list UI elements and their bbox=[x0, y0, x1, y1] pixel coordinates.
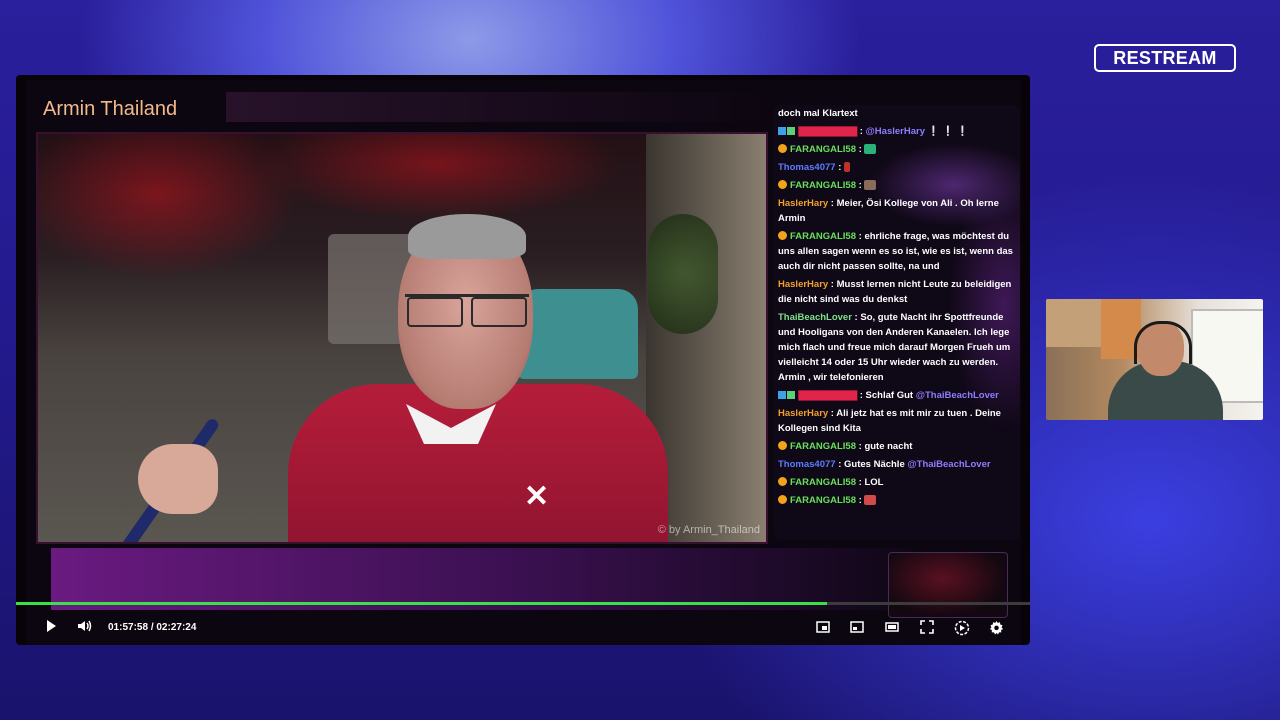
chat-username: FARANGALI58 bbox=[790, 441, 856, 452]
theater-mode-icon[interactable] bbox=[885, 620, 899, 634]
chat-mention: @ThaiBeachLover bbox=[907, 459, 991, 470]
fullscreen-icon[interactable] bbox=[920, 620, 934, 634]
badge-icon bbox=[778, 144, 787, 153]
mini-cam-frame bbox=[888, 552, 1008, 618]
chat-message: Thomas4077 : bbox=[774, 159, 1020, 177]
chat-message: FARANGALI58 : bbox=[774, 492, 1020, 510]
person-hand bbox=[138, 444, 218, 514]
chat-username: FARANGALI58 bbox=[790, 495, 856, 506]
volume-icon[interactable] bbox=[77, 619, 93, 636]
chat-message: HaslerHary : Musst lernen nicht Leute zu… bbox=[778, 279, 1012, 305]
picture-in-picture-icon[interactable] bbox=[816, 620, 830, 634]
title-band bbox=[226, 92, 786, 122]
emote-icon bbox=[844, 162, 851, 172]
playback-speed-icon[interactable] bbox=[954, 620, 970, 636]
chat-message-text: doch mal Klartext bbox=[778, 108, 858, 119]
person-hair bbox=[408, 214, 526, 259]
chat-message-text: Gutes Nächle bbox=[844, 459, 905, 470]
fullscreen-svg bbox=[920, 620, 934, 634]
cast-svg bbox=[850, 621, 864, 633]
badge-icon bbox=[778, 231, 787, 240]
chat-username: Thomas4077 bbox=[778, 162, 836, 173]
chat-message: HaslerHary : Meier, Ösi Kollege von Ali … bbox=[778, 198, 999, 224]
time-display: 01:57:58 / 02:27:24 bbox=[108, 622, 196, 633]
volume-icon-svg bbox=[78, 620, 92, 632]
time-separator: / bbox=[150, 622, 154, 633]
glasses-lens-right bbox=[471, 297, 527, 327]
gear-icon[interactable] bbox=[989, 620, 1004, 635]
total-time: 02:27:24 bbox=[156, 622, 197, 633]
emote-icon bbox=[864, 495, 877, 505]
emote-icon: ❕ ❕ ❕ bbox=[927, 126, 969, 137]
video-watermark: © by Armin_Thailand bbox=[657, 524, 760, 536]
pip-svg bbox=[816, 621, 830, 633]
chat-message: doch mal Klartext bbox=[774, 105, 1020, 123]
shirt-logo: ✕ bbox=[524, 480, 550, 513]
chat-username: FARANGALI58 bbox=[790, 180, 856, 191]
chat-message: HaslerHary : Ali jetz hat es mit mir zu … bbox=[778, 408, 1001, 434]
video-player[interactable]: Armin Thailand ✕ © by Armin_Thailand doc… bbox=[16, 75, 1030, 645]
chat-username: FARANGALI58 bbox=[790, 144, 856, 155]
play-icon-svg bbox=[47, 620, 56, 632]
player-controls: 01:57:58 / 02:27:24 bbox=[16, 613, 1030, 643]
restream-logo: RESTREAM bbox=[1094, 44, 1236, 72]
badge-icon bbox=[778, 391, 786, 399]
glasses bbox=[405, 294, 529, 327]
glasses-lens-left bbox=[407, 297, 463, 327]
background-plant bbox=[648, 214, 718, 334]
lower-overlay-band bbox=[51, 548, 911, 610]
current-time: 01:57:58 bbox=[108, 622, 149, 633]
chat-username: FARANGALI58 bbox=[790, 477, 856, 488]
chat-username: ▇▇▇▇▇▇▇▇ bbox=[798, 390, 858, 401]
progress-bar[interactable] bbox=[16, 602, 1030, 605]
badge-icon bbox=[778, 180, 787, 189]
speed-svg bbox=[954, 620, 970, 636]
stream-overlay-frame: Armin Thailand ✕ © by Armin_Thailand doc… bbox=[26, 80, 1021, 645]
headset-icon bbox=[1134, 321, 1192, 364]
chat-message-text: LOL bbox=[864, 477, 884, 488]
chat-username: HaslerHary bbox=[778, 408, 829, 419]
stream-title: Armin Thailand bbox=[43, 98, 178, 120]
chat-message: Thomas4077 : Gutes Nächle @ThaiBeachLove… bbox=[778, 459, 991, 470]
chat-message-text: Schlaf Gut bbox=[865, 390, 914, 401]
chat-message: ▇▇▇▇▇▇▇▇ : @HaslerHary ❕ ❕ ❕ bbox=[774, 123, 1020, 141]
chair bbox=[518, 289, 638, 379]
chat-username: ▇▇▇▇▇▇▇▇ bbox=[798, 126, 858, 137]
main-camera-video: ✕ © by Armin_Thailand bbox=[36, 132, 768, 544]
badge-icon bbox=[778, 477, 787, 486]
chat-username: ThaiBeachLover bbox=[778, 312, 852, 323]
cast-icon[interactable] bbox=[850, 620, 864, 634]
badge-icon bbox=[778, 441, 787, 450]
badge-icon bbox=[778, 495, 787, 504]
chat-username: FARANGALI58 bbox=[790, 231, 856, 242]
badge-icon bbox=[787, 391, 795, 399]
badge-icon bbox=[787, 127, 795, 135]
guest-webcam bbox=[1046, 299, 1263, 420]
progress-fill bbox=[16, 602, 828, 605]
play-icon[interactable] bbox=[44, 619, 58, 636]
chat-message: ▇▇▇▇▇▇▇▇ : Schlaf Gut @ThaiBeachLover bbox=[774, 387, 1020, 405]
chat-message-text: gute nacht bbox=[864, 441, 913, 452]
chat-message: FARANGALI58 : ehrliche frage, was möchte… bbox=[778, 231, 1013, 272]
chat-username: HaslerHary bbox=[778, 279, 829, 290]
badge-icon bbox=[778, 127, 786, 135]
emote-icon bbox=[864, 144, 877, 154]
chat-username: HaslerHary bbox=[778, 198, 829, 209]
chat-message: FARANGALI58 : gute nacht bbox=[774, 438, 1020, 456]
chat-message: FARANGALI58 : LOL bbox=[774, 474, 1020, 492]
chat-mention: @ThaiBeachLover bbox=[915, 390, 999, 401]
gear-svg bbox=[989, 620, 1004, 635]
chat-message: FARANGALI58 : bbox=[774, 177, 1020, 195]
emote-icon bbox=[864, 180, 877, 190]
chat-overlay: doch mal Klartext ▇▇▇▇▇▇▇▇ : @HaslerHary… bbox=[774, 105, 1020, 540]
chat-username: Thomas4077 bbox=[778, 459, 836, 470]
theater-svg bbox=[885, 622, 899, 632]
chat-message: FARANGALI58 : bbox=[774, 141, 1020, 159]
chat-message: ThaiBeachLover : So, gute Nacht ihr Spot… bbox=[778, 312, 1011, 383]
chat-mention: @HaslerHary bbox=[865, 126, 925, 137]
